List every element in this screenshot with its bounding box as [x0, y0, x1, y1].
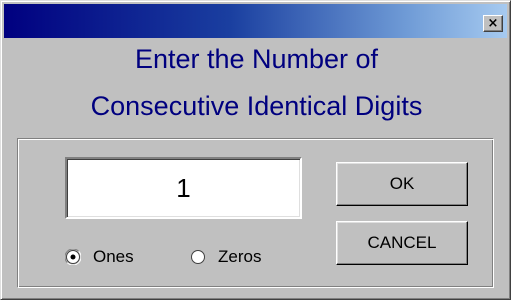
radio-zeros-label: Zeros — [218, 247, 262, 266]
radio-ones-label: Ones — [93, 247, 134, 266]
radio-selected-icon — [65, 249, 81, 265]
cancel-button[interactable]: CANCEL — [336, 221, 468, 265]
dialog-window: × Enter the Number of Consecutive Identi… — [0, 0, 511, 300]
title-bar[interactable]: × — [4, 4, 507, 38]
heading-line-1: Enter the Number of — [134, 44, 379, 74]
radio-unselected-icon — [190, 249, 206, 265]
close-button[interactable]: × — [483, 15, 503, 32]
radio-zeros[interactable]: Zeros — [190, 246, 261, 268]
radio-ones[interactable]: Ones — [65, 246, 134, 268]
input-group-box: 1 Ones Zeros OK CANCEL — [17, 138, 494, 288]
digit-count-input[interactable]: 1 — [65, 157, 302, 219]
heading-line-2: Consecutive Identical Digits — [90, 91, 423, 121]
ok-button[interactable]: OK — [336, 162, 468, 206]
close-icon: × — [487, 16, 499, 31]
